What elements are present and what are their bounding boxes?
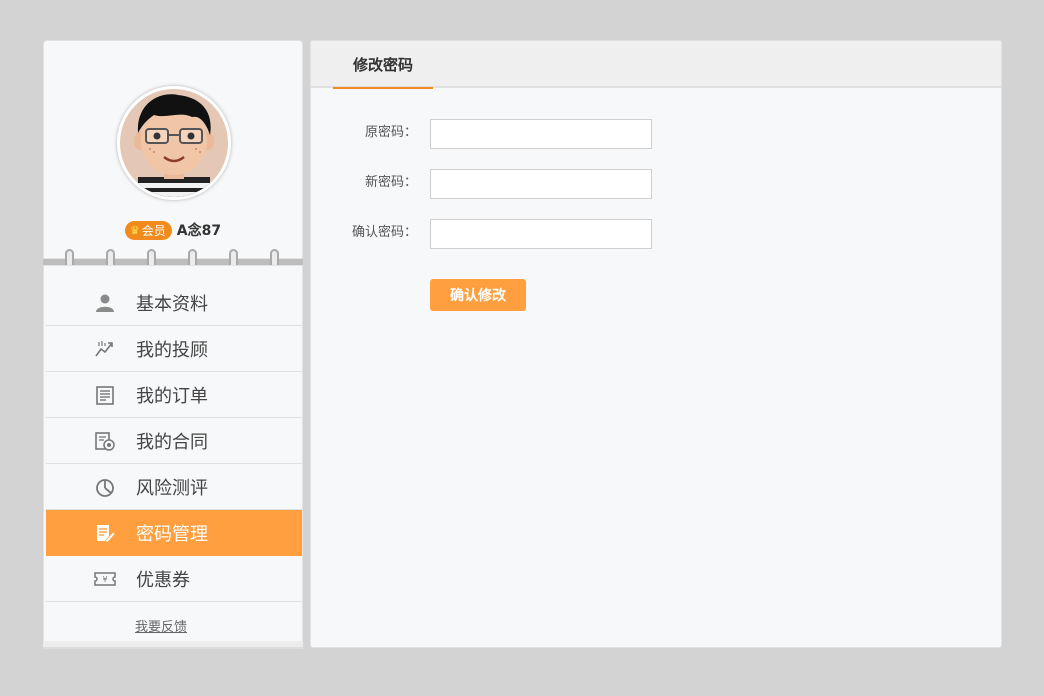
panel-header: 修改密码 <box>311 41 1001 89</box>
sidebar-item-label: 我的合同 <box>136 431 208 453</box>
contract-icon <box>94 430 116 452</box>
sidebar-item-coupons[interactable]: ¥ 优惠券 <box>46 556 302 602</box>
confirm-password-label: 确认密码： <box>351 225 417 240</box>
main-panel: 修改密码 原密码： 新密码： 确认密码： 确认修改 <box>310 40 1002 648</box>
new-password-input[interactable] <box>430 169 652 199</box>
sidebar-item-password[interactable]: 密码管理 <box>46 510 302 556</box>
svg-text:¥: ¥ <box>102 575 107 584</box>
new-password-row: 新密码： <box>311 169 1001 199</box>
confirm-change-button[interactable]: 确认修改 <box>430 279 526 311</box>
sidebar-item-risk-assessment[interactable]: 风险测评 <box>46 464 302 510</box>
coupon-icon: ¥ <box>94 568 116 590</box>
sidebar-item-label: 基本资料 <box>136 293 208 315</box>
vip-label: 会员 <box>141 223 166 238</box>
sidebar-item-label: 我的订单 <box>136 385 208 407</box>
vip-row: ♛ 会员 A念87 <box>44 220 302 240</box>
crown-icon: ♛ <box>129 223 140 237</box>
old-password-row: 原密码： <box>311 119 1001 149</box>
sidebar-item-label: 密码管理 <box>136 523 208 545</box>
sidebar-item-label: 优惠券 <box>136 569 190 591</box>
sidebar-item-label: 风险测评 <box>136 477 208 499</box>
old-password-input[interactable] <box>430 119 652 149</box>
edit-document-icon <box>94 522 116 544</box>
user-icon <box>94 292 116 314</box>
sidebar-item-label: 我的投顾 <box>136 339 208 361</box>
sidebar-item-contracts[interactable]: 我的合同 <box>46 418 302 464</box>
pie-chart-icon <box>94 476 116 498</box>
username: A念87 <box>176 223 222 239</box>
sidebar-item-profile[interactable]: 基本资料 <box>46 280 302 326</box>
sidebar-menu: 基本资料 我的投顾 我的订单 我的合同 风险测评 密码管理 ¥ 优惠券 我要反馈 <box>43 265 303 649</box>
old-password-label: 原密码： <box>364 125 417 140</box>
avatar-image <box>120 89 228 197</box>
vip-badge: ♛ 会员 <box>124 220 172 240</box>
trend-chart-icon <box>94 338 116 360</box>
confirm-password-row: 确认密码： <box>311 219 1001 249</box>
new-password-label: 新密码： <box>364 175 417 190</box>
confirm-password-input[interactable] <box>430 219 652 249</box>
avatar[interactable] <box>116 85 232 201</box>
tab-change-password[interactable]: 修改密码 <box>333 41 433 89</box>
sidebar-item-advisor[interactable]: 我的投顾 <box>46 326 302 372</box>
order-list-icon <box>94 384 116 406</box>
profile-card: ♛ 会员 A念87 <box>43 40 303 259</box>
feedback-link[interactable]: 我要反馈 <box>135 616 187 635</box>
sidebar-item-orders[interactable]: 我的订单 <box>46 372 302 418</box>
